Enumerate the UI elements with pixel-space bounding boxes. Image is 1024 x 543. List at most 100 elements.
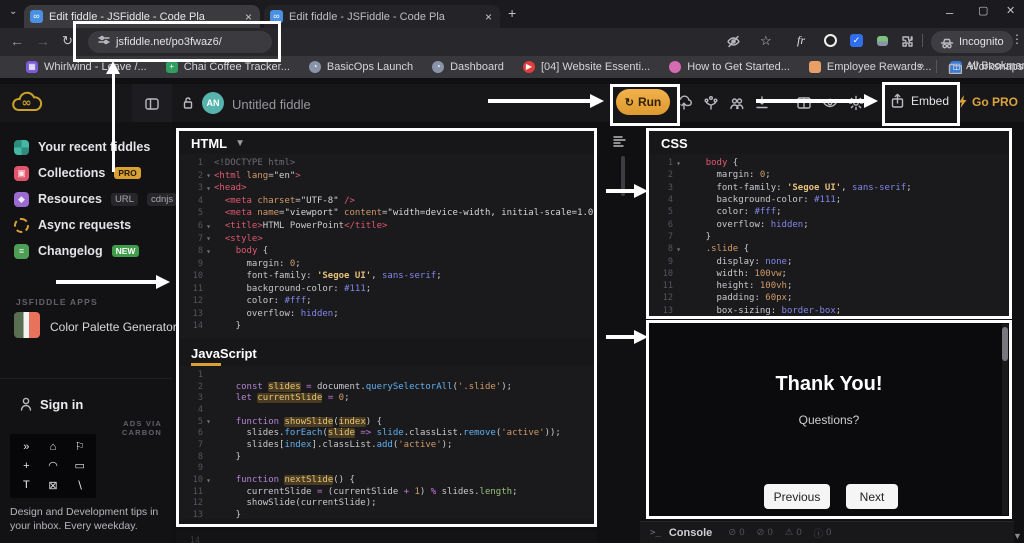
site-settings-icon[interactable] xyxy=(98,33,110,51)
incognito-label: Incognito xyxy=(959,36,1004,48)
settings-icon[interactable] xyxy=(848,95,864,111)
ads-via-carbon-label[interactable]: ADS VIA CARBON xyxy=(96,419,162,437)
tab-close-icon[interactable]: × xyxy=(243,10,254,24)
code-line: 7 } xyxy=(649,231,1009,243)
sidebar-app-color-palette-generator[interactable]: Color Palette Generator xyxy=(50,320,177,334)
address-bar[interactable]: jsfiddle.net/po3fwaz6/ xyxy=(88,31,272,53)
run-button[interactable]: ↻ Run xyxy=(616,89,670,115)
line-number: 9 xyxy=(179,463,203,473)
result-scrollbar-thumb[interactable] xyxy=(1002,327,1008,361)
code-text: .slide { xyxy=(684,244,1009,254)
chevron-down-icon[interactable]: ▼ xyxy=(235,138,245,149)
bookmark-item[interactable]: ◔BasicOps Launch xyxy=(309,61,413,73)
fold-marker-icon[interactable]: ▾ xyxy=(203,184,214,193)
extensions-puzzle-icon[interactable] xyxy=(900,34,914,53)
color-palette-generator-icon[interactable] xyxy=(14,312,40,338)
code-text: body { xyxy=(214,246,594,256)
browser-tab[interactable]: ∞Edit fiddle - JSFiddle - Code Pla× xyxy=(24,5,260,28)
kebab-menu-icon[interactable]: ⋮ xyxy=(1011,32,1023,46)
extension-check-icon[interactable]: ✓ xyxy=(850,34,863,47)
tidy-code-icon[interactable] xyxy=(612,134,626,153)
panel-toggle-icon[interactable] xyxy=(144,96,160,117)
extension-green-icon[interactable] xyxy=(877,36,888,46)
avatar[interactable]: AN xyxy=(202,92,224,114)
result-scrollbar[interactable] xyxy=(1002,324,1008,515)
previous-button[interactable]: Previous xyxy=(764,484,830,509)
console-prompt-icon: >_ xyxy=(650,528,661,538)
sidebar-item-collections[interactable]: ▣CollectionsPRO xyxy=(0,160,172,186)
bookmark-item[interactable]: ▦Whirlwind - Leave /... xyxy=(26,61,147,73)
url-text[interactable]: jsfiddle.net/po3fwaz6/ xyxy=(116,36,222,48)
code-text: color: #fff; xyxy=(684,207,1009,217)
js-editor[interactable]: 12 const slides = document.querySelector… xyxy=(179,366,594,519)
code-text: display: none; xyxy=(684,257,1009,267)
fold-marker-icon[interactable]: ▾ xyxy=(203,222,214,231)
line-number: 6 xyxy=(179,221,203,231)
fold-marker-icon[interactable]: ▾ xyxy=(203,417,214,426)
tab-search-icon[interactable]: ⌄ xyxy=(9,7,17,17)
layout-icon[interactable] xyxy=(796,95,812,111)
html-editor[interactable]: 1<!DOCTYPE html>2▾<html lang="en">3▾<hea… xyxy=(179,154,594,338)
carbon-ad-text[interactable]: Design and Development tips in your inbo… xyxy=(10,505,164,533)
ad-glyph-icon: » xyxy=(23,441,29,453)
bookmark-item[interactable]: ▶[04] Website Essenti... xyxy=(523,61,650,73)
css-panel: CSS 1▾ body {2 margin: 0;3 font-family: … xyxy=(646,128,1012,319)
sidebar-item-changelog[interactable]: ≡ChangelogNEW xyxy=(0,238,172,264)
privacy-lock-icon[interactable] xyxy=(180,95,196,116)
bookmark-item[interactable]: Employee Rewards... xyxy=(809,61,932,73)
code-text: font-family: 'Segoe UI', sans-serif; xyxy=(684,183,1009,193)
html-panel-header: HTML ▼ xyxy=(179,131,594,154)
embed-button[interactable]: Embed xyxy=(890,93,949,109)
fold-marker-icon[interactable]: ▾ xyxy=(673,245,684,254)
bookmark-favicon-icon: ▶ xyxy=(523,61,535,73)
console-bar[interactable]: >_ Console ⊘0⊘0⚠0ⓘ0 xyxy=(640,521,1014,543)
bookmark-item[interactable]: How to Get Started... xyxy=(669,61,790,73)
console-counter[interactable]: ⓘ0 xyxy=(814,526,832,540)
console-counter[interactable]: ⊘0 xyxy=(757,526,773,540)
back-icon[interactable]: ← xyxy=(10,33,24,49)
console-counter[interactable]: ⚠0 xyxy=(785,526,802,540)
password-eye-off-icon[interactable] xyxy=(726,35,741,53)
fiddle-title[interactable]: Untitled fiddle xyxy=(232,97,311,112)
import-icon[interactable] xyxy=(754,95,770,111)
jsfiddle-logo-icon[interactable]: ∞ xyxy=(10,89,46,120)
all-bookmarks-label[interactable]: All Bookmarks xyxy=(966,60,1024,72)
css-editor[interactable]: 1▾ body {2 margin: 0;3 font-family: 'Seg… xyxy=(649,154,1009,318)
fold-marker-icon[interactable]: ▾ xyxy=(673,159,684,168)
fold-marker-icon[interactable]: ▾ xyxy=(203,171,214,180)
screen: ⌄ ∞Edit fiddle - JSFiddle - Code Pla×∞Ed… xyxy=(0,0,1024,543)
sidebar-item-label: Async requests xyxy=(38,218,131,232)
bookmark-item[interactable]: ◔Dashboard xyxy=(432,61,504,73)
extension-fr-icon[interactable]: fr xyxy=(797,33,805,48)
tab-close-icon[interactable]: × xyxy=(483,10,494,24)
cloud-save-icon[interactable] xyxy=(676,95,692,111)
fold-marker-icon[interactable]: ▾ xyxy=(203,247,214,256)
collaborate-icon[interactable] xyxy=(729,95,745,111)
preview-icon[interactable] xyxy=(822,95,838,111)
fold-marker-icon[interactable]: ▾ xyxy=(203,234,214,243)
scroll-down-icon[interactable]: ▼ xyxy=(1013,531,1022,541)
extension-ring-icon[interactable] xyxy=(824,34,837,47)
go-pro-button[interactable]: Go PRO xyxy=(956,94,1018,109)
sign-in-button[interactable]: Sign in xyxy=(40,397,83,412)
ad-glyph-icon: ∖ xyxy=(76,479,83,492)
fork-icon[interactable] xyxy=(703,95,719,111)
fold-marker-icon[interactable]: ▾ xyxy=(203,476,214,485)
new-tab-button[interactable]: + xyxy=(508,6,516,20)
window-minimize-button[interactable]: – xyxy=(946,6,953,19)
sidebar-item-recent[interactable]: Your recent fiddles xyxy=(0,134,172,160)
forward-icon[interactable]: → xyxy=(36,33,50,49)
bookmark-star-icon[interactable]: ☆ xyxy=(760,33,772,49)
carbon-ad-image[interactable]: »⌂⚐+◠▭T⊠∖ xyxy=(10,434,96,498)
browser-tab[interactable]: ∞Edit fiddle - JSFiddle - Code Pla× xyxy=(264,5,500,28)
reload-icon[interactable]: ↻ xyxy=(62,33,73,49)
code-line: 4 <meta charset="UTF-8" /> xyxy=(179,195,594,208)
bookmark-item[interactable]: +Chai Coffee Tracker... xyxy=(166,61,290,73)
console-counter[interactable]: ⊘0 xyxy=(728,526,744,540)
window-maximize-button[interactable]: ▢ xyxy=(978,6,988,17)
bookmarks-overflow-icon[interactable]: » xyxy=(918,60,924,72)
window-close-button[interactable]: ✕ xyxy=(1006,6,1015,17)
sidebar-item-resources[interactable]: ◆ResourcesURLcdnjs xyxy=(0,186,172,212)
sidebar-item-async[interactable]: Async requests xyxy=(0,212,172,238)
next-button[interactable]: Next xyxy=(846,484,898,509)
